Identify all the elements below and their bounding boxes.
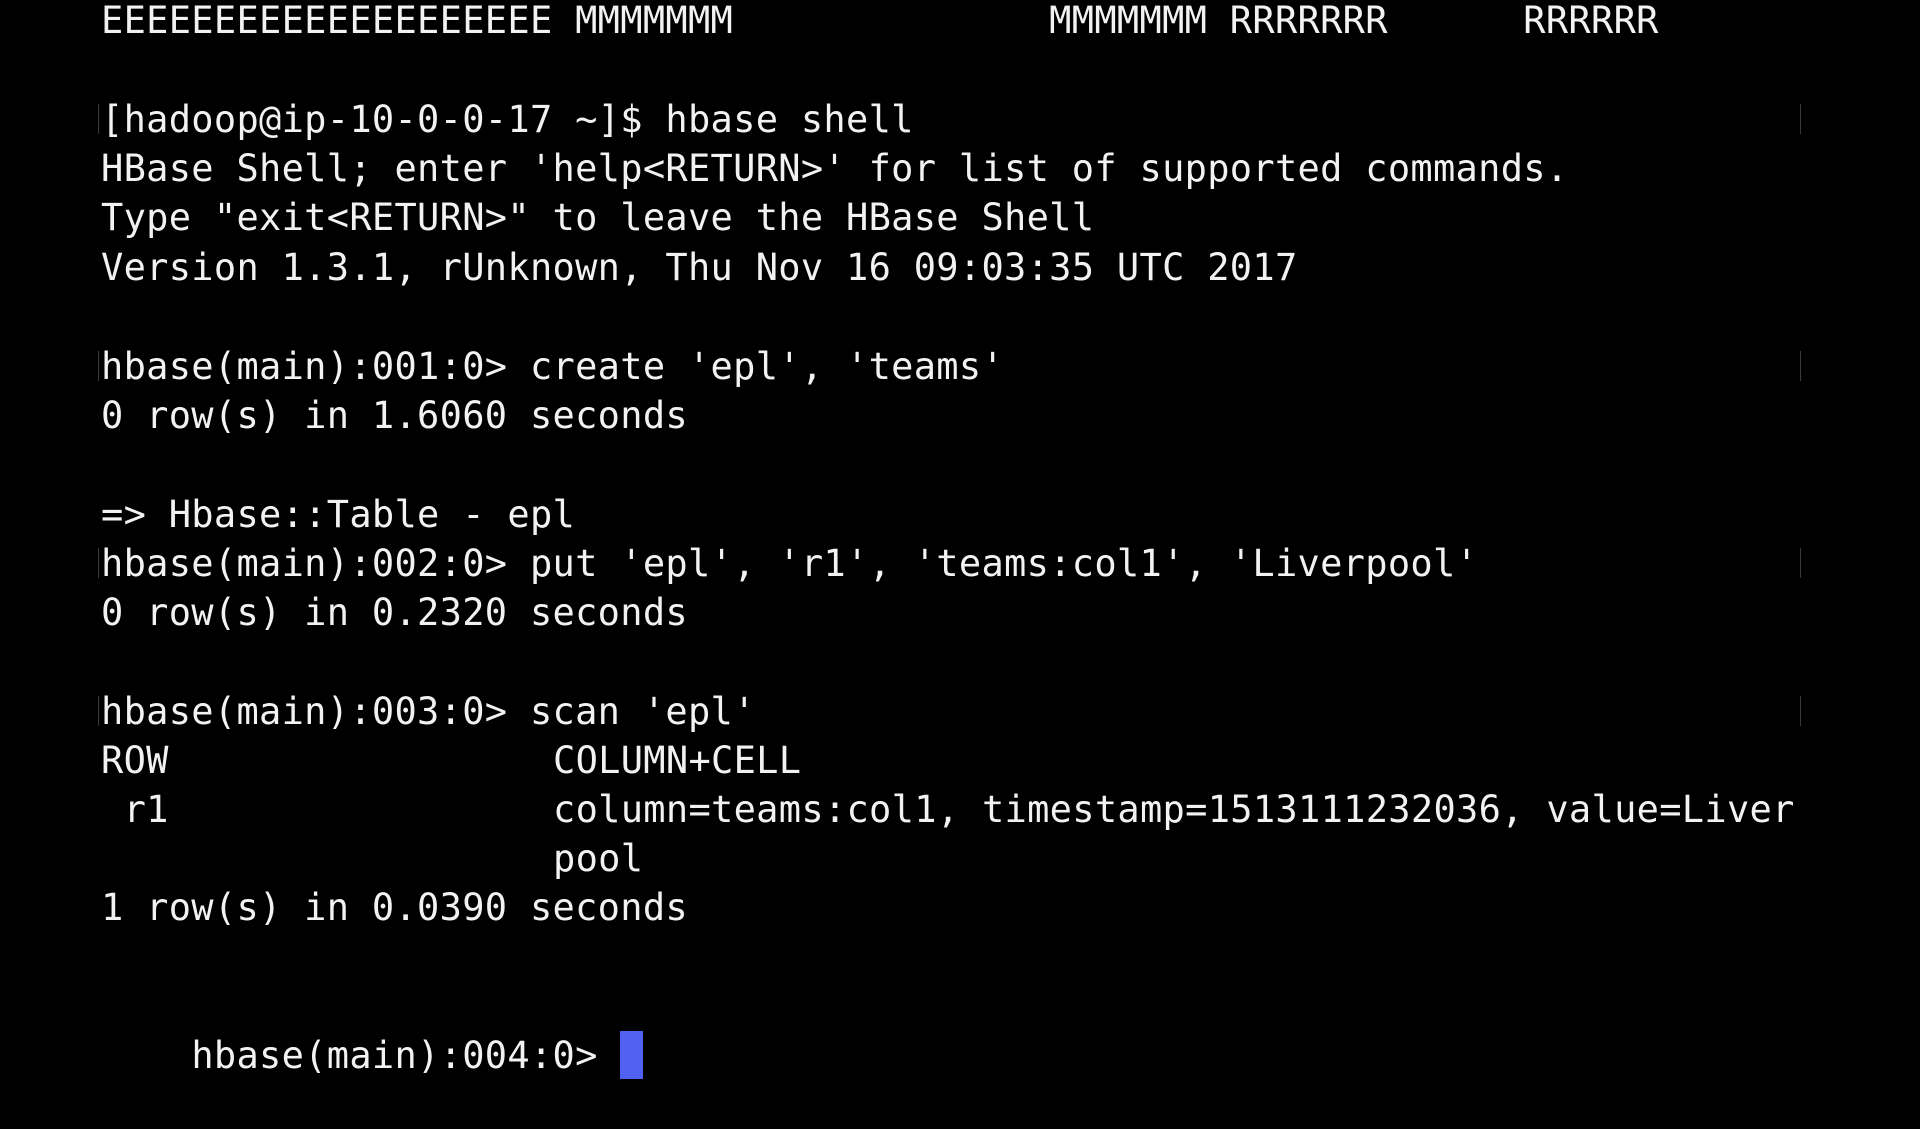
banner-line-1: HBase Shell; enter 'help<RETURN>' for li… <box>101 147 1569 190</box>
scan-row-key: r1 <box>101 788 169 831</box>
prompt-divider-right <box>1800 104 1801 134</box>
prompt-divider-left <box>98 351 99 381</box>
command-put-row: hbase(main):002:0> put 'epl', 'r1', 'tea… <box>101 542 1479 585</box>
prompt-divider-right <box>1800 696 1801 726</box>
terminal-header-line: EEEEEEEEEEEEEEEEEEEE MMMMMMM MMMMMMM RRR… <box>101 0 1659 42</box>
prompt-divider-right <box>1800 351 1801 381</box>
prompt-divider-right <box>1800 548 1801 578</box>
output-put-timing: 0 row(s) in 0.2320 seconds <box>101 591 688 634</box>
current-prompt: hbase(main):004:0> <box>191 1034 621 1077</box>
terminal-window[interactable]: EEEEEEEEEEEEEEEEEEEE MMMMMMM MMMMMMM RRR… <box>0 0 1920 1080</box>
banner-line-3: Version 1.3.1, rUnknown, Thu Nov 16 09:0… <box>101 246 1298 289</box>
command-scan-table: hbase(main):003:0> scan 'epl' <box>101 690 756 733</box>
scan-header-cell-label: COLUMN+CELL <box>553 739 802 782</box>
scan-row-cell-wrap: pool <box>553 837 644 880</box>
prompt-divider-left <box>98 696 99 726</box>
scan-header-row-label: ROW <box>101 739 169 782</box>
terminal-cursor[interactable] <box>620 1030 644 1079</box>
output-scan-timing: 1 row(s) in 0.0390 seconds <box>101 886 688 929</box>
output-table-reference: => Hbase::Table - epl <box>101 493 576 536</box>
output-create-timing: 0 row(s) in 1.6060 seconds <box>101 394 688 437</box>
shell-login-command: [hadoop@ip-10-0-0-17 ~]$ hbase shell <box>101 98 914 141</box>
scan-result-row-wrap: pool <box>101 834 1801 883</box>
scan-row-cell: column=teams:col1, timestamp=15131112320… <box>553 788 1795 831</box>
prompt-divider-left <box>98 548 99 578</box>
command-create-table: hbase(main):001:0> create 'epl', 'teams' <box>101 345 1005 388</box>
current-prompt-line[interactable]: hbase(main):004:0> <box>101 982 644 1079</box>
scan-result-row: r1 column=teams:col1, timestamp=15131112… <box>101 785 1801 834</box>
prompt-divider-left <box>98 104 99 134</box>
scan-header-row: ROW COLUMN+CELL <box>101 736 1801 785</box>
banner-line-2: Type "exit<RETURN>" to leave the HBase S… <box>101 196 1095 239</box>
